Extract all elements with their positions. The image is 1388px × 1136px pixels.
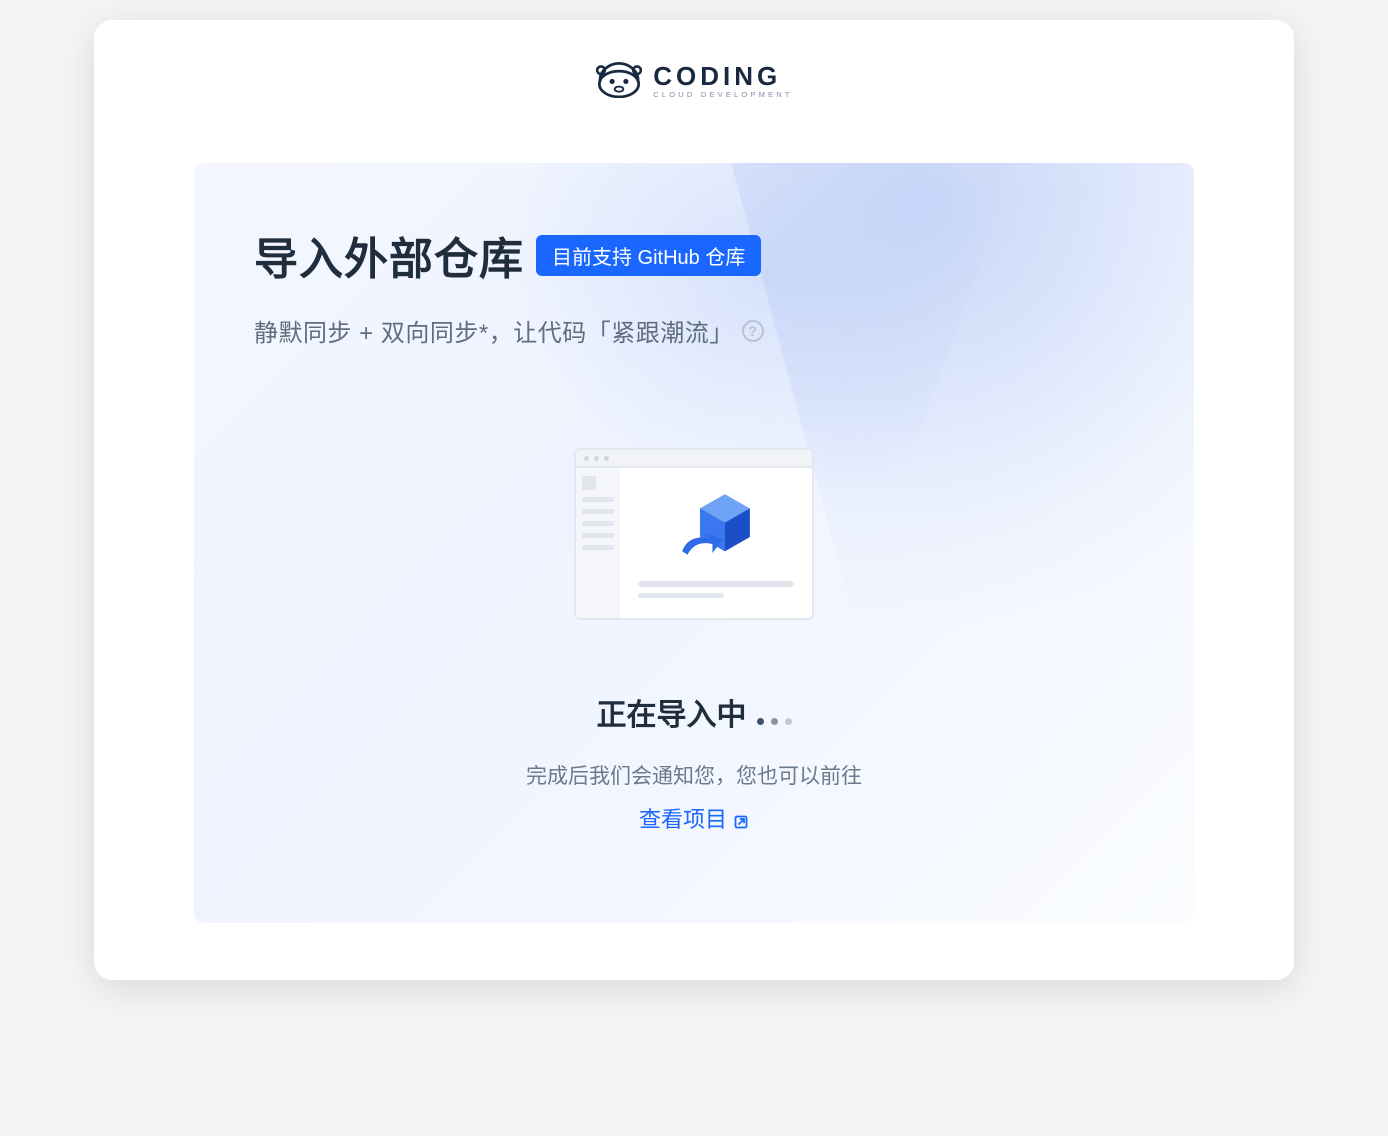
page-subtitle: 静默同步 + 双向同步*，让代码「紧跟潮流」 — [254, 313, 734, 348]
brand-name: CODING — [653, 63, 792, 89]
import-illustration — [254, 448, 1134, 620]
app-window: CODING CLOUD DEVELOPMENT 导入外部仓库 目前支持 Git… — [94, 20, 1294, 980]
brand-logo: CODING CLOUD DEVELOPMENT — [94, 58, 1294, 103]
cube-icon — [671, 489, 761, 569]
help-icon[interactable]: ? — [742, 320, 764, 342]
view-project-label: 查看项目 — [639, 802, 727, 834]
page-title: 导入外部仓库 — [254, 223, 524, 287]
view-project-link[interactable]: 查看项目 — [639, 802, 749, 834]
support-badge: 目前支持 GitHub 仓库 — [536, 235, 761, 276]
import-card: 导入外部仓库 目前支持 GitHub 仓库 静默同步 + 双向同步*，让代码「紧… — [194, 163, 1194, 923]
external-link-icon — [733, 810, 749, 826]
status-description: 完成后我们会通知您，您也可以前往 — [254, 760, 1134, 790]
monkey-icon — [595, 58, 643, 103]
loading-dots-icon — [757, 718, 792, 725]
brand-tagline: CLOUD DEVELOPMENT — [653, 91, 792, 99]
status-text: 正在导入中 — [597, 690, 747, 734]
